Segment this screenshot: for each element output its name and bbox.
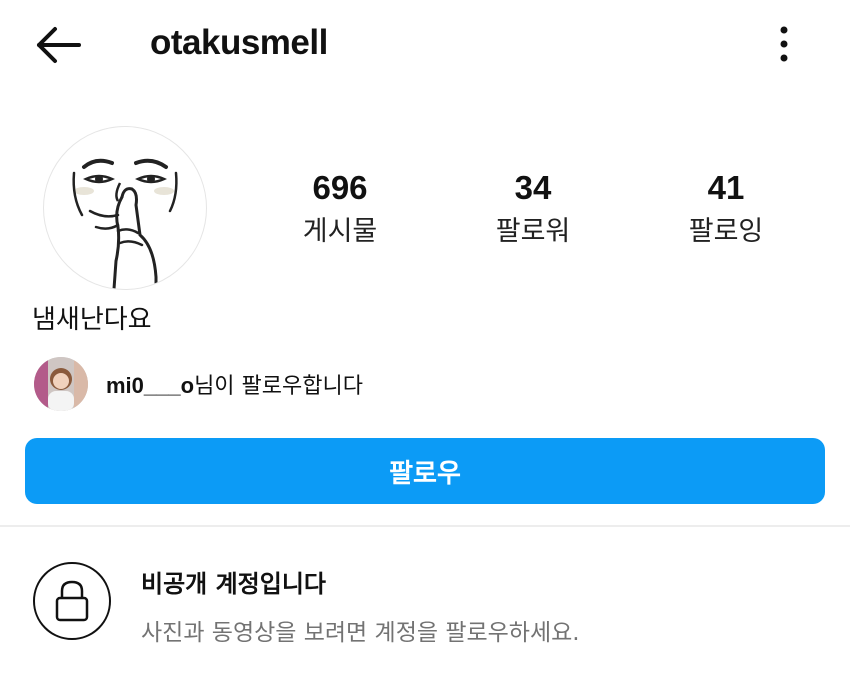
- private-account-description: 사진과 동영상을 보려면 계정을 팔로우하세요.: [141, 620, 580, 646]
- profile-username: otakusmell: [150, 23, 328, 62]
- followed-by-row[interactable]: mi0___o님이 팔로우합니다: [34, 356, 363, 412]
- arrow-left-icon: [37, 27, 81, 63]
- following-stat[interactable]: 41 팔로잉: [641, 168, 811, 250]
- meme-face-avatar: [72, 158, 178, 289]
- posts-label: 게시물: [302, 216, 378, 247]
- profile-avatar[interactable]: [43, 126, 207, 290]
- followers-label: 팔로워: [495, 216, 571, 247]
- followers-stat[interactable]: 34 팔로워: [448, 168, 618, 250]
- profile-bio: 냄새난다요: [32, 305, 152, 335]
- follow-button[interactable]: 팔로우: [25, 438, 825, 504]
- section-divider: [0, 525, 850, 527]
- following-label: 팔로잉: [688, 216, 764, 247]
- follower-photo: [34, 357, 88, 411]
- followed-by-suffix: 님이 팔로우합니다: [194, 374, 363, 399]
- vertical-dots-icon: [780, 26, 788, 62]
- following-count: 41: [707, 169, 745, 206]
- posts-count: 696: [312, 169, 368, 206]
- followers-count: 34: [514, 169, 552, 206]
- top-bar: otakusmell: [0, 0, 850, 90]
- followed-by-username[interactable]: mi0___o: [106, 373, 194, 398]
- more-options-button[interactable]: [760, 20, 808, 68]
- private-account-title: 비공개 계정입니다: [141, 570, 326, 598]
- lock-badge: [33, 562, 111, 640]
- followed-by-text: mi0___o님이 팔로우합니다: [106, 368, 363, 400]
- follower-avatar[interactable]: [34, 357, 88, 411]
- lock-icon: [55, 580, 89, 622]
- posts-stat[interactable]: 696 게시물: [255, 168, 425, 250]
- back-button[interactable]: [28, 20, 88, 70]
